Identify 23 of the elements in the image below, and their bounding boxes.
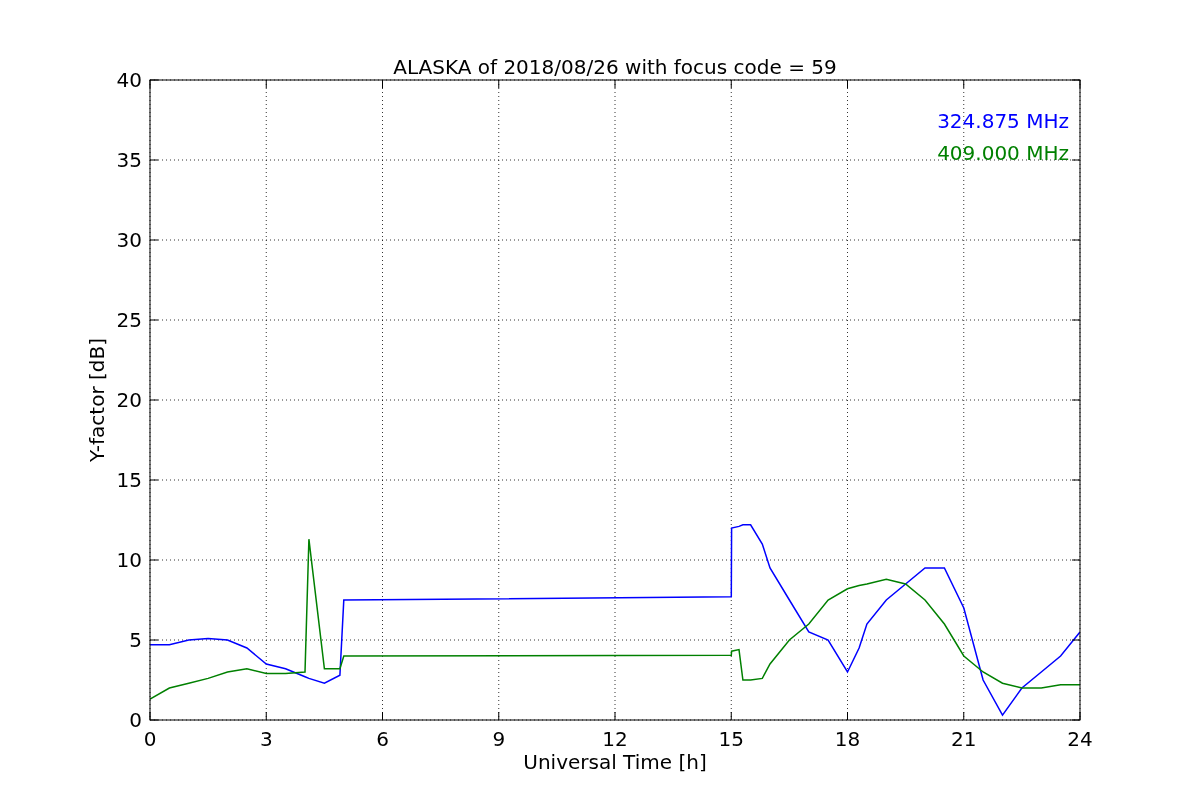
- x-tick-label: 6: [376, 727, 389, 751]
- x-axis-label: Universal Time [h]: [523, 750, 707, 774]
- y-tick-label: 10: [116, 548, 142, 572]
- y-tick-label: 25: [116, 308, 142, 332]
- x-tick-label: 21: [951, 727, 977, 751]
- y-tick-label: 0: [129, 708, 142, 732]
- y-tick-label: 5: [129, 628, 142, 652]
- x-tick-label: 18: [834, 727, 861, 751]
- y-axis-label: Y-factor [dB]: [85, 338, 109, 462]
- legend-label: 324.875 MHz: [937, 109, 1069, 133]
- x-tick-label: 15: [718, 727, 744, 751]
- y-tick-label: 30: [116, 228, 142, 252]
- x-tick-label: 0: [143, 727, 157, 751]
- y-tick-label: 15: [116, 468, 142, 492]
- x-tick-label: 24: [1067, 727, 1093, 751]
- legend-label: 409.000 MHz: [937, 141, 1069, 165]
- x-tick-label: 12: [602, 727, 628, 751]
- x-tick-label: 3: [259, 727, 273, 751]
- chart-title: ALASKA of 2018/08/26 with focus code = 59: [393, 55, 837, 79]
- y-tick-label: 35: [116, 148, 142, 172]
- y-tick-label: 40: [116, 68, 142, 92]
- y-tick-label: 20: [116, 388, 142, 412]
- x-tick-label: 9: [492, 727, 506, 751]
